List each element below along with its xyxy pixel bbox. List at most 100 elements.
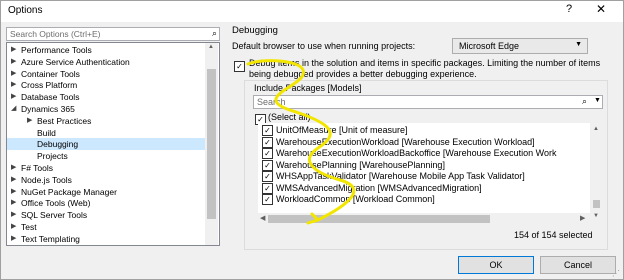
search-placeholder: Search Options (Ctrl+E) (10, 29, 101, 39)
section-title: Debugging (232, 25, 278, 36)
scroll-up-icon[interactable]: ▲ (593, 126, 599, 132)
tree-item[interactable]: Debugging (7, 138, 207, 151)
tree-item-label: Cross Platform (21, 80, 78, 91)
tree-item-label: SQL Server Tools (21, 210, 88, 221)
tree-item[interactable]: ▶ Performance Tools (7, 44, 207, 56)
package-checkbox[interactable]: ✓ (262, 182, 273, 194)
package-item[interactable]: ✓ WorkloadCommon [Workload Common] (262, 193, 602, 205)
packages-vertical-scrollbar[interactable]: ▲ ▼ (590, 123, 603, 223)
scroll-thumb[interactable] (207, 69, 216, 219)
tree-item-label: Database Tools (21, 92, 80, 103)
debug-packages-label: Debug items in the solution and items in… (249, 58, 601, 79)
expand-arrow-icon[interactable]: ▶ (27, 115, 32, 127)
package-checkbox[interactable]: ✓ (262, 148, 273, 159)
tree-item[interactable]: ▶ Database Tools (7, 91, 207, 103)
package-checkbox[interactable]: ✓ (262, 125, 273, 136)
tree-item-label: Node.js Tools (21, 174, 72, 185)
cancel-button[interactable]: Cancel (540, 256, 616, 274)
tree-item[interactable]: Build (7, 127, 207, 139)
scroll-down-icon[interactable]: ▼ (593, 213, 599, 219)
selection-count: 154 of 154 selected (514, 230, 593, 240)
tree-item[interactable]: ▶ Text Templating (7, 233, 207, 245)
expand-arrow-icon[interactable]: ◢ (11, 103, 16, 115)
tree-item[interactable]: ▶ NuGet Package Manager (7, 186, 207, 198)
scroll-thumb[interactable] (268, 215, 490, 223)
browser-dropdown[interactable]: Microsoft Edge ▼ (452, 38, 588, 54)
scroll-right-icon[interactable]: ▶ (580, 214, 585, 222)
package-item[interactable]: ✓ WarehousePlanning [WarehousePlanning] (262, 159, 602, 171)
window-title: Options (8, 5, 43, 16)
tree-item-label: Office Tools (Web) (21, 198, 91, 209)
chevron-down-icon[interactable]: ▼ (594, 97, 601, 104)
tree-item[interactable]: ▶ SQL Server Tools (7, 209, 207, 221)
tree-item-label: F# Tools (21, 163, 53, 173)
expand-arrow-icon[interactable]: ▶ (11, 233, 16, 245)
title-bar: Options ? ✕ (0, 0, 624, 22)
tree-item-label: Container Tools (21, 68, 80, 79)
expand-arrow-icon[interactable]: ▶ (11, 91, 16, 103)
tree-item[interactable]: ▶ Office Tools (Web) (7, 197, 207, 209)
tree-item[interactable]: ▶ Best Practices (7, 115, 207, 127)
debug-packages-checkbox[interactable]: ✓ (234, 61, 245, 72)
select-all-label: (Select all) (268, 112, 311, 122)
tree-item[interactable]: ▶ Cross Platform (7, 79, 207, 91)
package-item[interactable]: ✓ WarehouseExecutionWorkloadBackoffice [W… (262, 147, 602, 159)
package-label: WarehouseExecutionWorkloadBackoffice [Wa… (276, 148, 557, 158)
tree-item-label: NuGet Package Manager (21, 186, 117, 197)
package-checkbox[interactable]: ✓ (262, 159, 273, 171)
package-checkbox[interactable]: ✓ (262, 194, 273, 205)
tree-item[interactable]: Projects (7, 150, 207, 162)
tree-item[interactable]: ▶ Azure Service Authentication (7, 56, 207, 68)
tree-item-label: Performance Tools (21, 45, 92, 55)
search-icon[interactable]: ⌕ (582, 96, 587, 107)
tree-item-label: Azure Service Authentication (21, 56, 130, 67)
tree-item[interactable]: ▶ Container Tools (7, 68, 207, 80)
options-search-input[interactable]: Search Options (Ctrl+E) ⌕ (6, 27, 220, 41)
packages-list[interactable]: ✓ UnitOfMeasure [Unit of measure] ✓ Warehou… (258, 123, 603, 223)
close-icon[interactable]: ✕ (596, 2, 606, 16)
expand-arrow-icon[interactable]: ▶ (11, 186, 16, 198)
tree-item-label: Debugging (37, 139, 79, 150)
package-search-input[interactable]: Search ⌕ ▼ (253, 95, 603, 109)
options-tree[interactable]: ▶ Performance Tools ▶ Azure Service Authent… (6, 42, 220, 246)
scroll-left-icon[interactable]: ◀ (260, 214, 265, 222)
package-label: WHSAppTaskValidator [Warehouse Mobile Ap… (276, 171, 525, 181)
scroll-thumb[interactable] (593, 200, 600, 208)
expand-arrow-icon[interactable]: ▶ (11, 221, 16, 233)
tree-item-label: Text Templating (21, 233, 80, 244)
package-item[interactable]: ✓ WarehouseExecutionWorkload [Warehouse E… (262, 136, 602, 148)
expand-arrow-icon[interactable]: ▶ (11, 68, 16, 80)
expand-arrow-icon[interactable]: ▶ (11, 162, 16, 174)
tree-item[interactable]: ◢ Dynamics 365 (7, 103, 207, 115)
tree-item[interactable]: ▶ F# Tools (7, 162, 207, 174)
ok-button[interactable]: OK (458, 256, 534, 274)
include-packages-label: Include Packages [Models] (254, 83, 362, 93)
tree-item[interactable]: ▶ Test (7, 221, 207, 233)
package-label: WarehouseExecutionWorkload [Warehouse Ex… (276, 136, 535, 147)
tree-item[interactable]: ▶ Node.js Tools (7, 174, 207, 186)
tree-item-label: Test (21, 222, 37, 232)
expand-arrow-icon[interactable]: ▶ (11, 174, 16, 186)
package-checkbox[interactable]: ✓ (262, 136, 273, 148)
package-item[interactable]: ✓ WHSAppTaskValidator [Warehouse Mobile A… (262, 170, 602, 182)
package-label: WorkloadCommon [Workload Common] (276, 194, 435, 204)
tree-item-label: Build (37, 127, 56, 138)
package-label: WarehousePlanning [WarehousePlanning] (276, 159, 445, 170)
help-button[interactable]: ? (566, 3, 572, 15)
package-checkbox[interactable]: ✓ (262, 171, 273, 182)
package-label: UnitOfMeasure [Unit of measure] (276, 125, 408, 135)
expand-arrow-icon[interactable]: ▶ (11, 44, 16, 56)
expand-arrow-icon[interactable]: ▶ (11, 79, 16, 91)
tree-item-label: Projects (37, 151, 68, 162)
expand-arrow-icon[interactable]: ▶ (11, 197, 16, 209)
package-item[interactable]: ✓ WMSAdvancedMigration [WMSAdvancedMigrat… (262, 182, 602, 194)
resize-grip-icon[interactable]: ⋰ (612, 269, 620, 278)
expand-arrow-icon[interactable]: ▶ (11, 209, 16, 221)
tree-scrollbar[interactable]: ▲ (205, 43, 218, 245)
scroll-up-icon[interactable]: ▲ (208, 44, 214, 50)
expand-arrow-icon[interactable]: ▶ (11, 56, 16, 68)
packages-horizontal-scrollbar[interactable]: ◀ ▶ (258, 213, 590, 225)
chevron-down-icon: ▼ (575, 41, 582, 48)
tree-item-label: Best Practices (37, 115, 92, 126)
package-item[interactable]: ✓ UnitOfMeasure [Unit of measure] (262, 124, 602, 136)
